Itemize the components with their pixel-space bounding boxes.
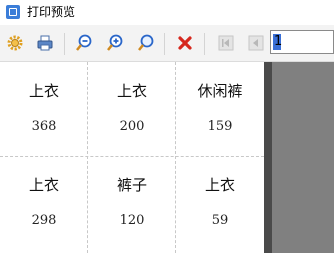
first-page-button[interactable] [215,32,237,54]
page-number-field[interactable] [270,30,334,54]
prev-page-icon [248,35,264,51]
product-quantity: 120 [119,213,145,228]
close-icon [178,36,192,50]
first-page-icon [218,35,234,51]
prev-page-button[interactable] [245,32,267,54]
label-cell: 裤子 120 [88,156,176,251]
product-quantity: 59 [211,213,229,228]
product-quantity: 298 [31,213,57,228]
zoom-out-button[interactable] [73,32,95,54]
settings-button[interactable] [4,32,26,54]
gear-icon [7,35,23,51]
zoom-in-icon [107,34,123,51]
product-name: 上衣 [204,176,235,194]
product-name: 休闲裤 [197,82,243,100]
product-quantity: 200 [119,119,145,134]
app-icon [6,5,20,19]
window-title: 打印预览 [27,5,76,19]
zoom-fit-button[interactable] [135,32,157,54]
toolbar-separator [64,33,65,55]
toolbar [0,25,334,62]
zoom-in-button[interactable] [104,32,126,54]
product-name: 上衣 [116,82,147,100]
product-name: 上衣 [28,82,59,100]
label-cell: 上衣 298 [0,156,88,251]
label-cell: 上衣 200 [88,62,176,157]
label-divider-vertical [87,62,88,253]
zoom-fit-icon [138,34,154,51]
label-divider-vertical [175,62,176,253]
printer-icon [37,35,53,51]
label-cell: 上衣 59 [176,156,264,251]
title-bar: 打印预览 [0,0,334,25]
toolbar-separator [204,33,205,55]
zoom-out-icon [76,34,92,51]
page-number-input[interactable] [271,31,331,51]
print-button[interactable] [34,32,56,54]
toolbar-separator [164,33,165,55]
product-name: 裤子 [116,176,147,194]
print-preview-area[interactable]: 上衣 368 上衣 200 休闲裤 159 上衣 298 裤子 120 上衣 5… [0,62,334,253]
product-quantity: 368 [31,119,57,134]
label-cell: 休闲裤 159 [176,62,264,157]
close-preview-button[interactable] [174,32,196,54]
product-name: 上衣 [28,176,59,194]
label-cell: 上衣 368 [0,62,88,157]
page-edge-shadow [264,62,272,253]
product-quantity: 159 [207,119,233,134]
preview-page: 上衣 368 上衣 200 休闲裤 159 上衣 298 裤子 120 上衣 5… [0,62,264,253]
label-divider-horizontal [0,156,264,157]
